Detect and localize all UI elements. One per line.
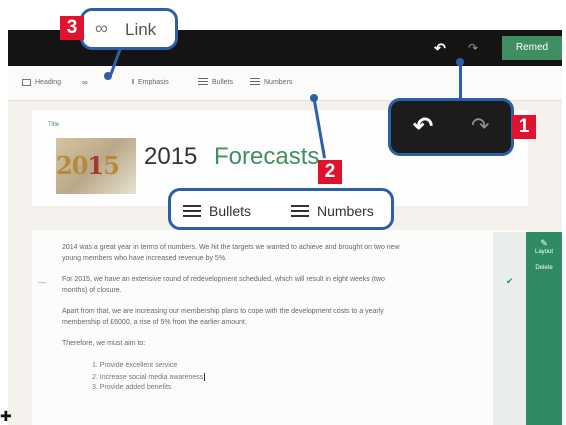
title-text-word[interactable]: Forecasts [214, 143, 319, 171]
heading-icon [22, 78, 31, 86]
remix-button[interactable]: Remed [502, 36, 562, 60]
callout-anchor-dot [104, 72, 112, 80]
link-button[interactable]: ∞ [82, 76, 88, 90]
callout-connector [459, 62, 462, 100]
block-side-panel: ✎ Layout Delete [526, 232, 562, 425]
paragraph-line[interactable]: months) of closure. [62, 285, 492, 296]
undo-redo-callout: ↶ ↷ [388, 98, 514, 156]
step-badge-3: 3 [60, 16, 84, 40]
delete-button[interactable]: Delete [526, 265, 562, 271]
title-text-year[interactable]: 2015 [144, 143, 197, 171]
bullets-icon [183, 205, 201, 220]
link-icon: ∞ [95, 18, 108, 38]
bullets-icon [198, 78, 208, 87]
paragraph-line[interactable]: For 2015, we have an extensive round of … [62, 274, 492, 285]
link-callout: ∞ Link [80, 8, 178, 50]
block-status-column [493, 232, 526, 425]
bullets-button[interactable]: Bullets [198, 76, 233, 90]
step-badge-1: 1 [512, 115, 536, 139]
callout-anchor-dot [456, 58, 464, 66]
list-item[interactable]: 1. Provide excellent service [92, 362, 177, 369]
title-thumbnail: 2015 [56, 138, 136, 194]
pencil-icon: ✎ [540, 238, 548, 248]
redo-icon: ↷ [471, 113, 490, 138]
emphasis-button[interactable]: I Emphasis [132, 76, 169, 90]
add-block-icon[interactable]: ✚ [0, 408, 12, 425]
format-toolbar: Heading ∞ I Emphasis Bullets Numbers [8, 66, 562, 101]
paragraph-line[interactable]: membership of £6000, a rise of 5% from t… [62, 317, 492, 328]
checkmark-icon: ✔ [506, 276, 514, 286]
paragraph-line[interactable]: 2014 was a great year in terms of number… [62, 242, 492, 253]
undo-icon: ↶ [413, 113, 434, 140]
emphasis-icon: I [132, 79, 134, 86]
heading-button[interactable]: Heading [22, 76, 61, 90]
block-handle[interactable]: — [38, 278, 46, 287]
numbers-button[interactable]: Numbers [250, 76, 292, 90]
redo-icon[interactable]: ↷ [466, 38, 480, 58]
callout-anchor-dot [310, 94, 318, 102]
lists-callout: Bullets Numbers [168, 188, 394, 230]
numbers-icon [291, 205, 309, 220]
step-badge-2: 2 [318, 160, 342, 184]
undo-icon[interactable]: ↶ [433, 38, 447, 58]
paragraph-line[interactable]: Therefore, we must aim to: [62, 338, 492, 349]
list-item[interactable]: 3. Provide added benefits [92, 384, 171, 391]
list-item[interactable]: 2. Increase social media awareness [92, 373, 206, 381]
paragraph-line[interactable]: Apart from that, we are increasing our m… [62, 306, 492, 317]
numbers-icon [250, 78, 260, 87]
paragraph-line[interactable]: young members who have increased revenue… [62, 253, 492, 264]
link-icon: ∞ [82, 78, 88, 87]
title-tag: Title [48, 122, 60, 128]
text-cursor [204, 373, 206, 381]
layout-button[interactable]: ✎ Layout [526, 238, 562, 255]
